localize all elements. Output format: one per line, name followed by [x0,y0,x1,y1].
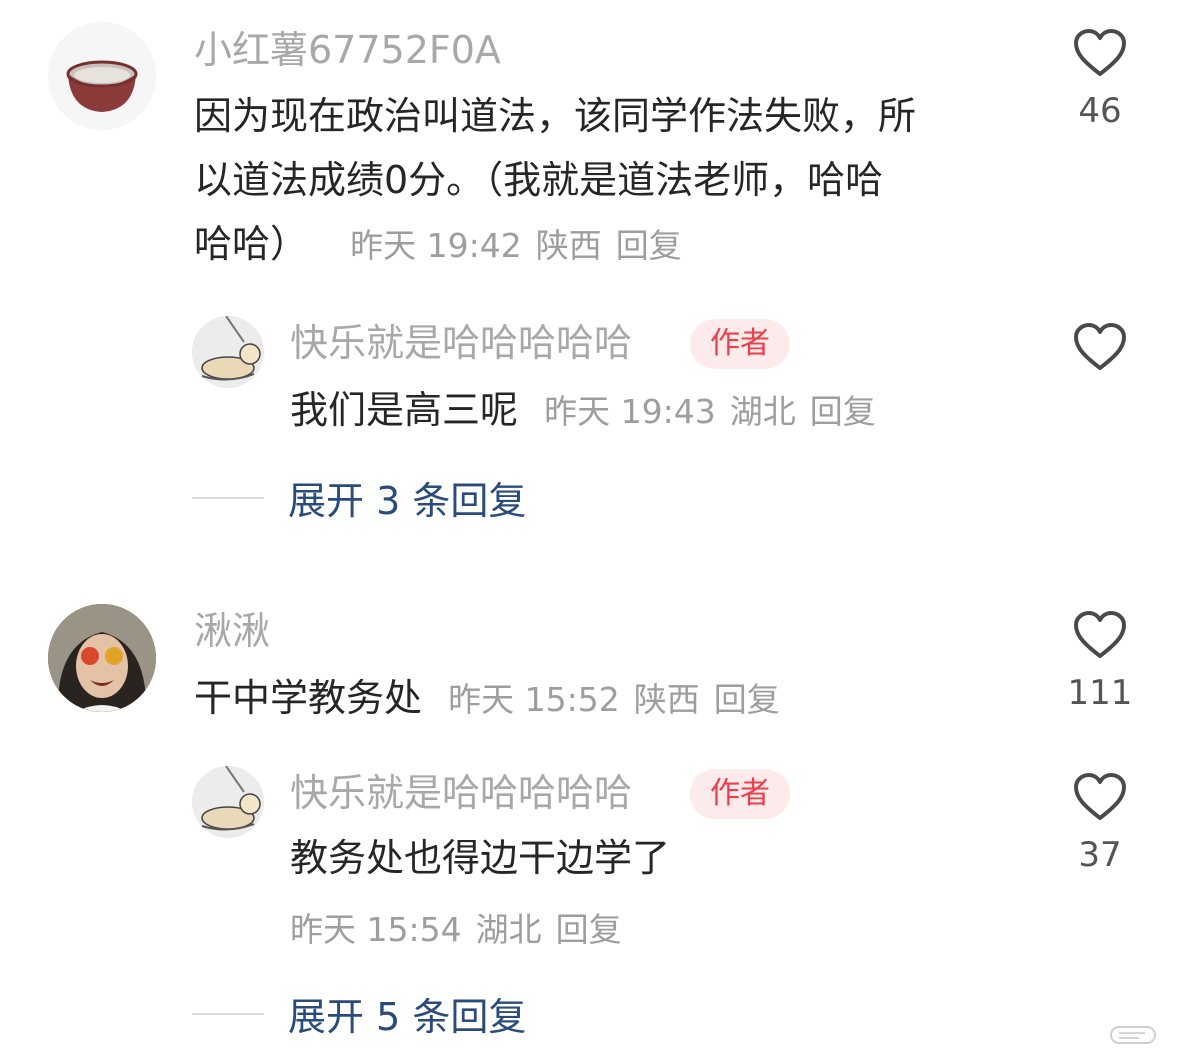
sleeping-person-avatar-icon [192,316,264,388]
comment-content[interactable]: 因为现在政治叫道法，该同学作法失败，所 以道法成绩0分。（我就是道法老师，哈哈 … [194,84,1034,278]
reply-meta: 昨天 19:43 湖北 回复 [544,392,890,431]
comment-text: 干中学教务处 [194,676,423,720]
reply-button[interactable]: 回复 [810,392,876,431]
watermark-icon [1110,1026,1156,1044]
expand-replies-label: 展开 5 条回复 [288,995,527,1039]
comment-time: 昨天 19:42 [350,226,522,265]
divider [192,1012,264,1015]
reply-text: 教务处也得边干边学了 [290,836,671,880]
reply-content[interactable]: 教务处也得边干边学了 昨天 15:54 湖北 回复 [290,826,990,962]
reply-button[interactable]: 回复 [714,680,780,719]
bowl-avatar-icon [48,22,156,130]
reply-time: 昨天 15:54 [290,910,462,949]
expand-replies-button[interactable]: 展开 3 条回复 [192,470,526,525]
expand-replies-button[interactable]: 展开 5 条回复 [192,986,526,1041]
girl-avatar-icon [48,604,156,712]
comment-line: 因为现在政治叫道法，该同学作法失败，所 [194,94,917,138]
like-button[interactable]: 37 [1060,772,1140,872]
reply-meta: 昨天 15:54 湖北 回复 [290,898,990,962]
reply-button[interactable]: 回复 [556,910,622,949]
comment-line: 以道法成绩0分。（我就是道法老师，哈哈 [194,158,884,202]
like-button[interactable]: 111 [1060,610,1140,710]
reply-button[interactable]: 回复 [616,226,682,265]
author-badge: 作者 [690,769,790,819]
reply-location: 湖北 [475,910,542,949]
comment-line: 哈哈） [194,222,309,266]
comment-content[interactable]: 干中学教务处 昨天 15:52 陕西 回复 [194,666,1034,732]
reply-username[interactable]: 快乐就是哈哈哈哈哈 [290,324,632,362]
like-count: 111 [1067,673,1133,713]
heart-icon [1074,323,1126,370]
expand-replies-label: 展开 3 条回复 [288,479,527,523]
sleeping-person-avatar-icon [192,766,264,838]
like-count: 46 [1078,91,1122,131]
comment-location: 陕西 [633,680,700,719]
comment-meta: 昨天 19:42 陕西 回复 [350,226,696,265]
reply-text: 我们是高三呢 [290,388,519,432]
avatar[interactable] [192,766,264,838]
heart-icon [1074,611,1126,658]
author-badge: 作者 [690,319,790,369]
avatar[interactable] [48,22,156,130]
like-button[interactable]: 46 [1060,28,1140,128]
comment-last-line: 哈哈） 昨天 19:42 陕西 回复 [194,212,1034,278]
comment-meta: 昨天 15:52 陕西 回复 [448,680,794,719]
reply-location: 湖北 [729,392,796,431]
avatar[interactable] [192,316,264,388]
heart-icon [1074,773,1126,820]
comment-username[interactable]: 小红薯67752F0A [194,31,501,69]
comment-time: 昨天 15:52 [448,680,620,719]
reply-username[interactable]: 快乐就是哈哈哈哈哈 [290,774,632,812]
reply-time: 昨天 19:43 [544,392,716,431]
avatar[interactable] [48,604,156,712]
comment-username[interactable]: 湫湫 [194,612,270,650]
divider [192,496,264,499]
comment-location: 陕西 [535,226,602,265]
reply-content[interactable]: 我们是高三呢 昨天 19:43 湖北 回复 [290,378,990,444]
like-count: 37 [1078,835,1122,875]
heart-icon [1074,29,1126,76]
like-button[interactable] [1060,322,1140,388]
